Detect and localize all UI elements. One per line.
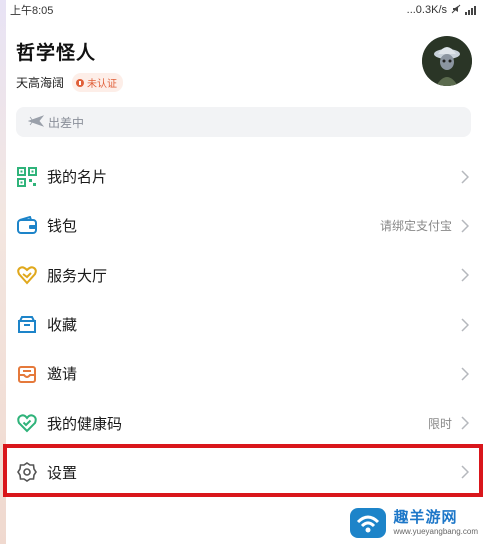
status-indicators: ...0.3K/s [407,4,476,17]
menu-item-label: 邀请 [47,366,78,384]
wifi-logo-icon [348,502,388,540]
menu-item-invite[interactable]: 邀请 [6,349,486,398]
mute-icon [451,4,461,17]
status-chip-label: 出差中 [48,115,85,130]
qr-code-icon [16,166,38,188]
avatar-image [422,36,472,86]
watermark: 趣羊游网 www.yueyangbang.com [348,502,479,540]
service-hall-icon [16,264,38,286]
wallet-icon [16,215,38,237]
menu-item-favorites[interactable]: 收藏 [6,300,486,349]
invite-icon [16,363,38,385]
signal-icon [465,5,476,15]
menu-list: 我的名片 钱包 请绑定支付宝 服务大厅 收藏 邀请 我的健康码 限时 设置 [6,152,486,497]
menu-item-value: 限时 [427,416,452,431]
profile-sub: 天高海阔 未认证 [16,73,476,92]
status-time: 上午8:05 [10,5,54,17]
menu-item-business-card[interactable]: 我的名片 [6,152,486,201]
menu-item-label: 设置 [47,464,78,482]
menu-item-label: 我的名片 [47,169,108,187]
menu-item-label: 我的健康码 [47,415,123,433]
gear-icon [16,461,38,483]
menu-item-label: 服务大厅 [47,267,108,285]
chevron-right-icon [460,367,470,381]
chevron-right-icon [460,465,470,479]
chevron-right-icon [460,219,470,233]
chevron-right-icon [460,170,470,184]
status-bar: 上午8:05 ...0.3K/s [0,0,486,20]
verify-badge[interactable]: 未认证 [72,73,124,92]
watermark-cn: 趣羊游网 [393,509,458,526]
favorites-icon [16,314,38,336]
warning-icon [76,78,85,87]
menu-item-wallet[interactable]: 钱包 请绑定支付宝 [6,201,486,250]
menu-item-service-hall[interactable]: 服务大厅 [6,251,486,300]
chevron-right-icon [460,318,470,332]
chevron-right-icon [460,268,470,282]
menu-item-label: 钱包 [47,218,78,236]
status-chip[interactable]: 出差中 [16,107,471,137]
menu-item-label: 收藏 [47,317,78,335]
profile-name: 哲学怪人 [16,43,97,64]
avatar[interactable] [422,36,472,86]
watermark-en: www.yueyangbang.com [393,527,479,536]
profile-header[interactable]: 哲学怪人 天高海阔 未认证 [16,38,476,98]
network-speed: ...0.3K/s [406,4,447,16]
menu-item-settings[interactable]: 设置 [6,448,486,497]
chevron-right-icon [460,416,470,430]
menu-item-health-code[interactable]: 我的健康码 限时 [6,398,486,447]
menu-item-value: 请绑定支付宝 [379,219,452,234]
watermark-text: 趣羊游网 www.yueyangbang.com [394,506,479,536]
verify-badge-label: 未认证 [87,79,118,90]
profile-motto: 天高海阔 [16,76,65,90]
airplane-icon [27,114,45,131]
health-code-icon [16,412,38,434]
